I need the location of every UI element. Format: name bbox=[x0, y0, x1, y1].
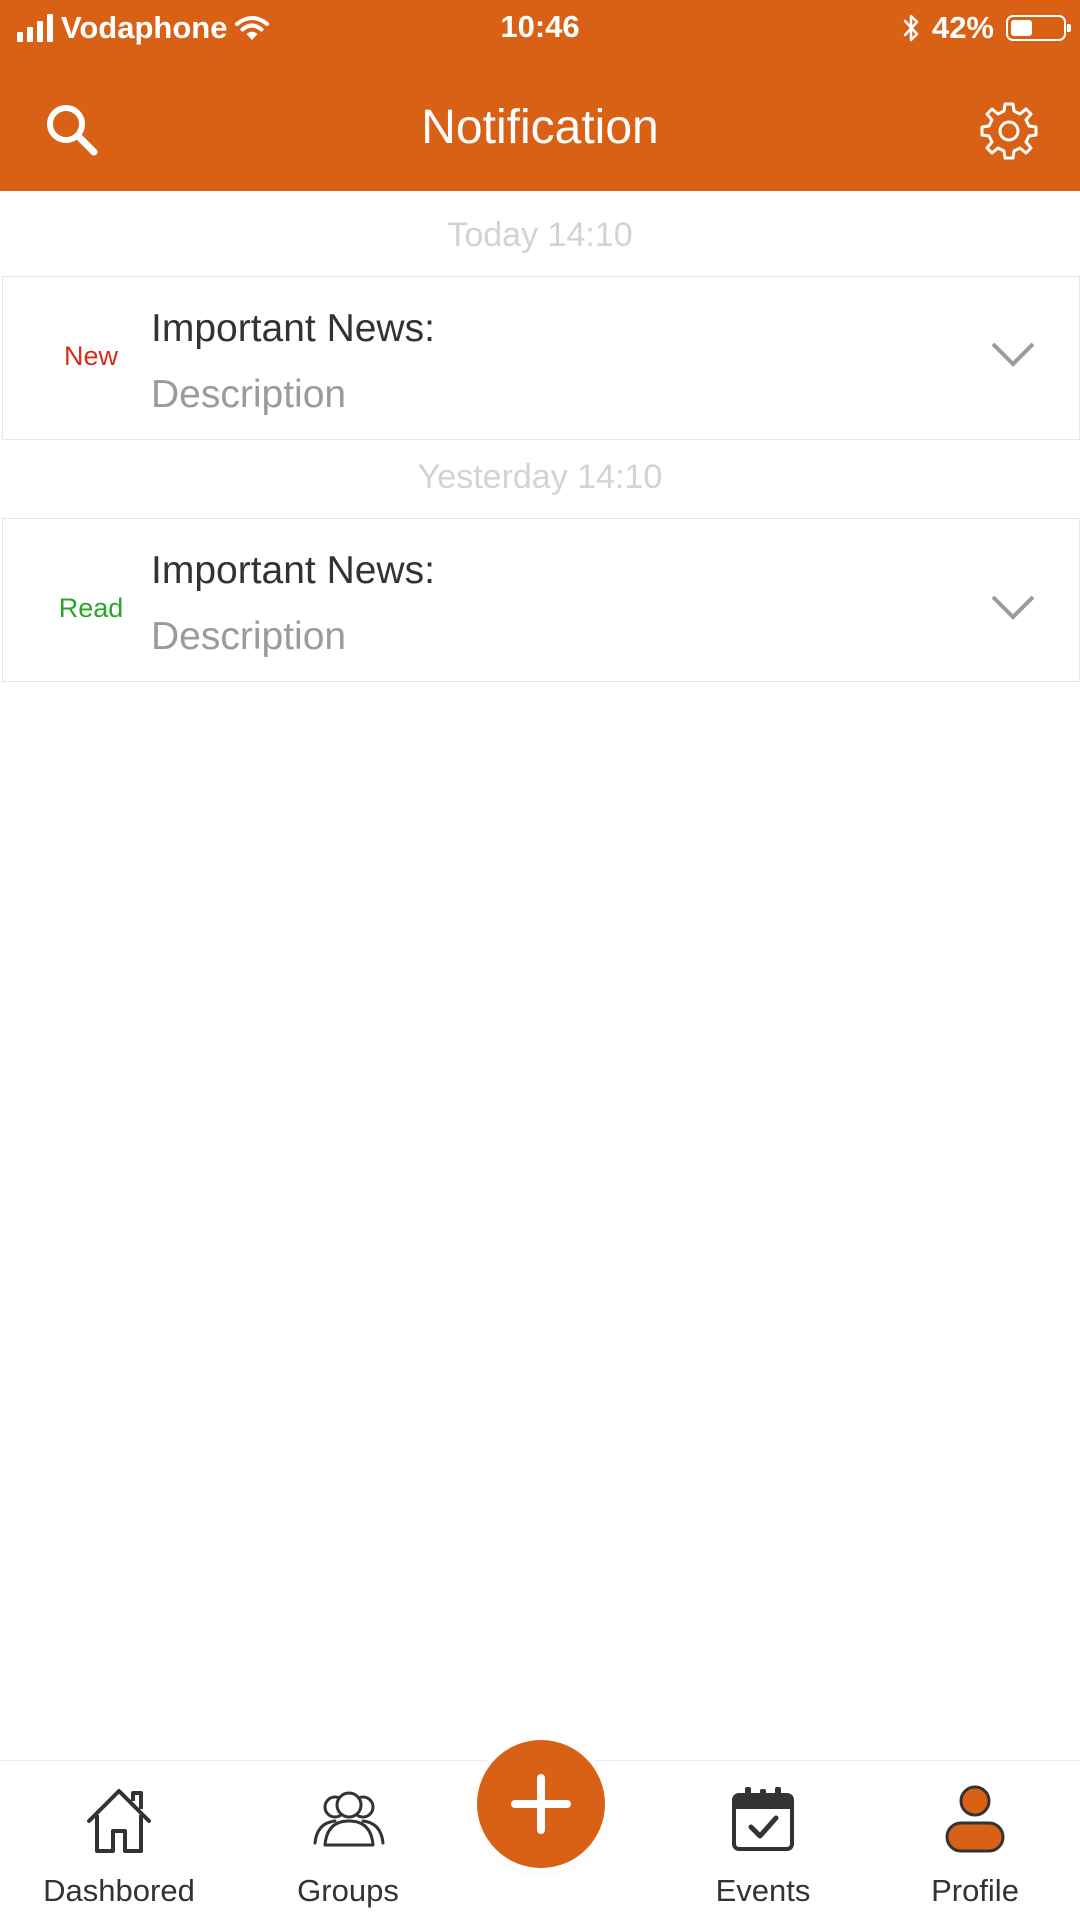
groups-icon bbox=[313, 1791, 385, 1847]
notification-title: Important News: bbox=[151, 307, 435, 350]
notification-card[interactable]: New Important News: Description bbox=[2, 276, 1080, 440]
app-header: Vodaphone 10:46 42% Notification bbox=[0, 0, 1080, 191]
notification-description: Description bbox=[151, 615, 347, 658]
plus-icon bbox=[511, 1774, 571, 1834]
nav-label-groups: Groups bbox=[297, 1873, 399, 1908]
nav-item-dashboard[interactable]: Dashbored bbox=[19, 1761, 219, 1920]
page-title: Notification bbox=[421, 101, 659, 154]
bluetooth-icon bbox=[903, 14, 919, 42]
battery-percent: 42% bbox=[931, 10, 994, 45]
nav-item-events[interactable]: Events bbox=[663, 1761, 863, 1920]
add-button[interactable] bbox=[477, 1740, 605, 1868]
gear-icon bbox=[980, 102, 1038, 160]
battery-icon bbox=[1006, 15, 1071, 41]
notification-card[interactable]: Read Important News: Description bbox=[2, 518, 1080, 682]
calendar-check-icon bbox=[732, 1787, 794, 1851]
notification-title: Important News: bbox=[151, 549, 435, 592]
nav-label-dashboard: Dashbored bbox=[43, 1873, 195, 1908]
profile-icon bbox=[945, 1785, 1005, 1853]
date-label-yesterday: Yesterday 14:10 bbox=[417, 458, 663, 496]
notification-description: Description bbox=[151, 373, 347, 416]
settings-button[interactable] bbox=[978, 100, 1040, 162]
chevron-down-icon[interactable] bbox=[990, 340, 1036, 368]
notification-screen: Vodaphone 10:46 42% Notification Today 1… bbox=[0, 0, 1080, 1920]
status-bar: Vodaphone 10:46 42% bbox=[0, 0, 1080, 56]
date-label-today: Today 14:10 bbox=[447, 216, 633, 254]
nav-item-profile[interactable]: Profile bbox=[875, 1761, 1075, 1920]
home-icon bbox=[87, 1789, 151, 1853]
nav-label-profile: Profile bbox=[931, 1873, 1019, 1908]
status-right: 42% bbox=[902, 9, 1071, 47]
chevron-down-icon[interactable] bbox=[990, 593, 1036, 621]
battery-level bbox=[1011, 20, 1032, 36]
status-badge-new: New bbox=[63, 341, 118, 371]
nav-item-groups[interactable]: Groups bbox=[248, 1761, 448, 1920]
battery-tip bbox=[1067, 24, 1071, 32]
status-badge-read: Read bbox=[58, 593, 124, 623]
nav-label-events: Events bbox=[715, 1873, 811, 1908]
